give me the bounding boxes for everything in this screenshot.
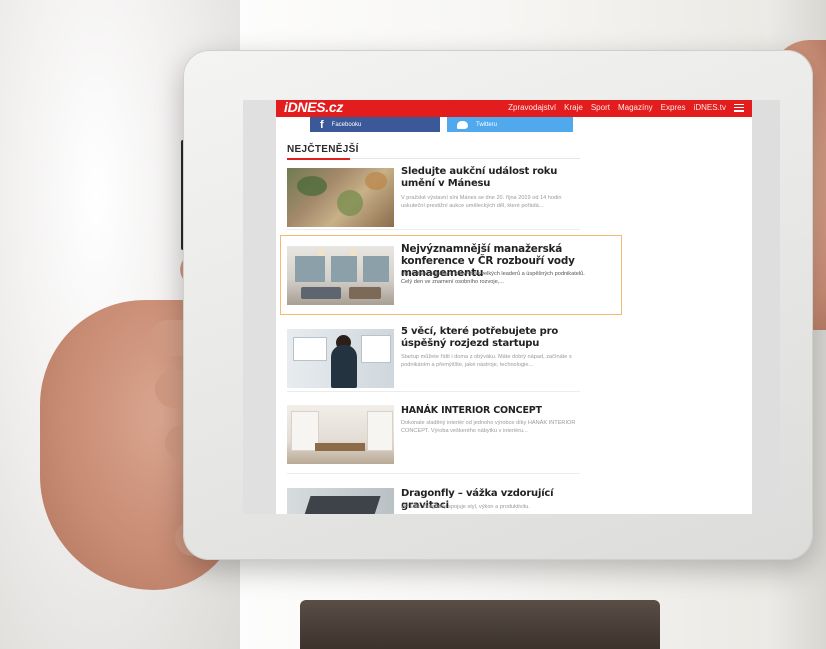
section-title-underline (287, 158, 350, 160)
twitter-share-button[interactable]: Twitteru (447, 117, 573, 132)
article-description: V pražské výstavní síni Mánes se dne 20.… (401, 195, 562, 209)
article-divider (287, 229, 580, 230)
article-description: Startup můžete řídit i doma z obýváku. M… (401, 354, 572, 368)
screen-gutter-left (243, 100, 276, 514)
article-thumbnail[interactable] (287, 246, 394, 305)
nav-item-expres[interactable]: Expres (661, 103, 686, 112)
article-divider (287, 473, 580, 474)
article-title[interactable]: HANÁK INTERIOR CONCEPT (401, 405, 591, 417)
site-logo[interactable]: iDNES.cz (284, 100, 343, 115)
article-thumbnail[interactable] (287, 488, 394, 514)
nav-item-magaziny[interactable]: Magazíny (618, 103, 653, 112)
twitter-label: Twitteru (476, 121, 498, 128)
article-thumbnail[interactable] (287, 168, 394, 227)
main-nav: Zpravodajství Kraje Sport Magazíny Expre… (508, 103, 744, 112)
screen-gutter-right (752, 100, 780, 514)
nav-item-sport[interactable]: Sport (591, 103, 610, 112)
article-thumbnail[interactable] (287, 329, 394, 388)
nav-item-idnes-tv[interactable]: iDNES.tv (694, 103, 726, 112)
facebook-label: Facebooku (331, 121, 362, 128)
top-navigation-bar: iDNES.cz Zpravodajství Kraje Sport Magaz… (276, 100, 752, 117)
belt (300, 600, 660, 649)
web-page: iDNES.cz Zpravodajství Kraje Sport Magaz… (276, 100, 752, 514)
tablet-screen: iDNES.cz Zpravodajství Kraje Sport Magaz… (243, 100, 780, 514)
section-title: NEJČTENĚJŠÍ (287, 144, 359, 155)
hamburger-menu-icon[interactable] (734, 103, 744, 112)
facebook-icon: f (320, 118, 324, 131)
article-description: Inspirativní příběhy a know-how velkých … (401, 271, 585, 285)
article-title[interactable]: Sledujte aukční událost roku umění v Mán… (401, 166, 586, 190)
nav-item-zpravodajstvi[interactable]: Zpravodajství (508, 103, 556, 112)
facebook-share-button[interactable]: f Facebooku (310, 117, 440, 132)
twitter-icon (457, 120, 468, 129)
article-description: Dokonale sladěný interiér od jednoho výr… (401, 420, 576, 434)
article-description: HP Elite Dragonfly spojuje styl, výkon a… (401, 504, 530, 510)
article-divider (287, 391, 580, 392)
article-title[interactable]: 5 věcí, které potřebujete pro úspěšný ro… (401, 326, 591, 350)
nav-item-kraje[interactable]: Kraje (564, 103, 583, 112)
article-thumbnail[interactable] (287, 405, 394, 464)
